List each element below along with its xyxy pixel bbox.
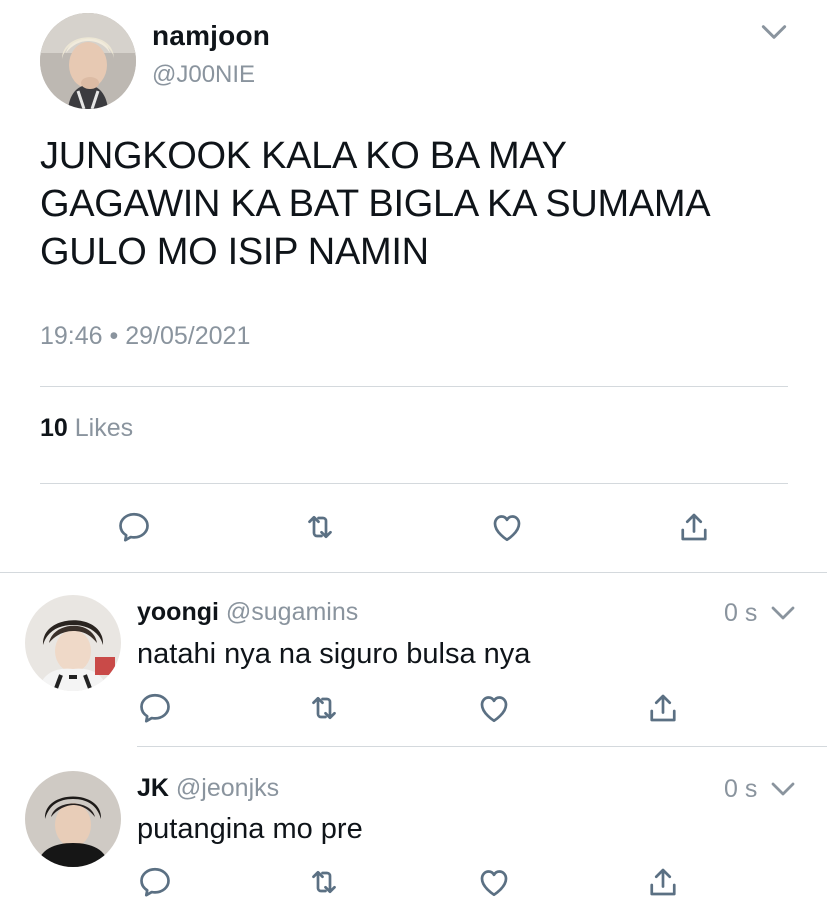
avatar-jk[interactable]: [25, 771, 121, 867]
reply-icon[interactable]: [116, 509, 152, 545]
avatar-photo-namjoon: [40, 13, 136, 109]
reply-author-name[interactable]: yoongi: [137, 598, 219, 626]
tweet-timestamp[interactable]: 19:46 • 29/05/2021: [40, 322, 250, 351]
reply-header: yoongi @sugamins: [137, 598, 358, 627]
tweet-date: 29/05/2021: [125, 322, 251, 350]
reply-icon[interactable]: [137, 690, 173, 726]
likes-label: Likes: [74, 414, 134, 442]
reply-author-handle[interactable]: @jeonjks: [176, 774, 279, 802]
reply-timestamp[interactable]: 0 s: [724, 599, 757, 628]
divider: [40, 386, 788, 387]
likes-stat[interactable]: 10 Likes: [40, 414, 133, 443]
timestamp-separator: •: [109, 322, 119, 350]
tweet-time: 19:46: [40, 322, 103, 350]
avatar-namjoon[interactable]: [40, 13, 136, 109]
section-divider: [0, 572, 827, 573]
share-icon[interactable]: [645, 864, 681, 900]
divider: [40, 483, 788, 484]
reply-text: natahi nya na siguro bulsa nya: [137, 638, 531, 670]
author-handle[interactable]: @J00NIE: [152, 61, 255, 89]
like-icon[interactable]: [476, 690, 512, 726]
likes-count: 10: [40, 414, 68, 442]
retweet-icon[interactable]: [302, 509, 338, 545]
tweet-text-line: JUNGKOOK KALA KO BA MAY: [40, 135, 567, 177]
chevron-down-icon[interactable]: [768, 598, 798, 628]
reply-icon[interactable]: [137, 864, 173, 900]
avatar-photo-yoongi: [25, 595, 121, 691]
share-icon[interactable]: [676, 509, 712, 545]
author-name[interactable]: namjoon: [152, 20, 270, 52]
reply-divider: [137, 746, 827, 747]
chevron-down-icon[interactable]: [758, 16, 790, 48]
retweet-icon[interactable]: [306, 864, 342, 900]
like-icon[interactable]: [489, 509, 525, 545]
avatar-yoongi[interactable]: [25, 595, 121, 691]
share-icon[interactable]: [645, 690, 681, 726]
reply-author-name[interactable]: JK: [137, 774, 169, 802]
reply-timestamp[interactable]: 0 s: [724, 775, 757, 804]
tweet-text-line: GULO MO ISIP NAMIN: [40, 231, 429, 273]
chevron-down-icon[interactable]: [768, 774, 798, 804]
avatar-photo-jk: [25, 771, 121, 867]
retweet-icon[interactable]: [306, 690, 342, 726]
tweet-text: JUNGKOOK KALA KO BA MAY GAGAWIN KA BAT B…: [40, 132, 711, 276]
like-icon[interactable]: [476, 864, 512, 900]
reply-text: putangina mo pre: [137, 813, 363, 845]
reply-header: JK @jeonjks: [137, 774, 279, 803]
reply-author-handle[interactable]: @sugamins: [226, 598, 358, 626]
tweet-text-line: GAGAWIN KA BAT BIGLA KA SUMAMA: [40, 183, 711, 225]
